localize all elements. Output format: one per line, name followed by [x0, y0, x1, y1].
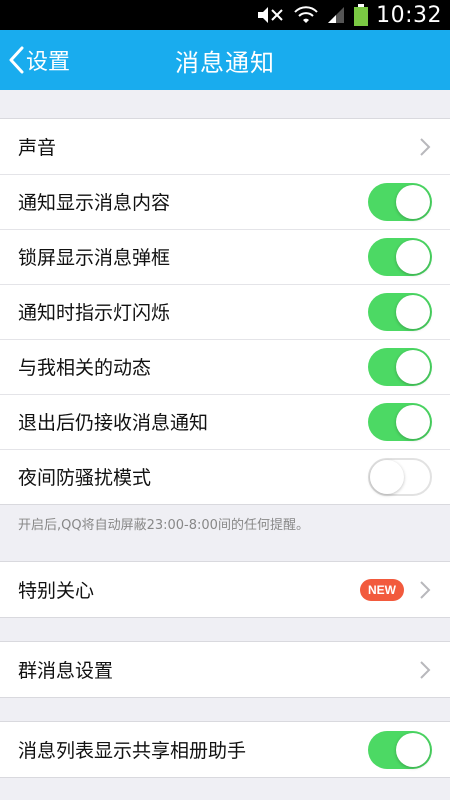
toggle-knob	[370, 459, 404, 494]
setting-label: 锁屏显示消息弹框	[18, 247, 171, 269]
night-mode-toggle[interactable]	[368, 457, 432, 496]
new-badge: NEW	[360, 578, 404, 601]
sound-label: 声音	[18, 137, 57, 159]
toggle-knob	[396, 404, 430, 439]
group-message-row[interactable]: 群消息设置	[0, 642, 450, 697]
chevron-right-icon	[418, 136, 432, 158]
group-message-group: 群消息设置	[0, 641, 450, 698]
toggle-knob	[396, 294, 430, 329]
battery-icon	[354, 4, 369, 26]
night-mode-hint: 开启后,QQ将自动屏蔽23:00-8:00间的任何提醒。	[18, 518, 309, 533]
show-content-toggle[interactable]	[368, 182, 432, 221]
setting-label: 夜间防骚扰模式	[18, 467, 152, 489]
lockscreen-popup-toggle[interactable]	[368, 237, 432, 276]
group-message-label: 群消息设置	[18, 660, 114, 682]
special-care-row[interactable]: 特别关心 NEW	[0, 562, 450, 617]
setting-label: 与我相关的动态	[18, 357, 152, 379]
setting-label: 通知显示消息内容	[18, 192, 171, 214]
toggle-knob	[396, 349, 430, 384]
sound-row[interactable]: 声音	[0, 119, 450, 174]
page-title: 消息通知	[175, 48, 275, 77]
wifi-icon	[294, 5, 318, 25]
receive-after-exit-toggle[interactable]	[368, 402, 432, 441]
toggle-knob	[396, 732, 430, 767]
toggle-knob	[396, 239, 430, 274]
signal-icon	[326, 5, 346, 25]
setting-label: 退出后仍接收消息通知	[18, 412, 209, 434]
setting-row: 与我相关的动态	[0, 339, 450, 394]
album-assistant-label: 消息列表显示共享相册助手	[18, 740, 247, 762]
album-assistant-row: 消息列表显示共享相册助手	[0, 722, 450, 777]
album-assistant-toggle[interactable]	[368, 730, 432, 769]
setting-label: 通知时指示灯闪烁	[18, 302, 171, 324]
led-blink-toggle[interactable]	[368, 292, 432, 331]
toggle-knob	[396, 184, 430, 219]
setting-row: 通知时指示灯闪烁	[0, 284, 450, 339]
setting-row: 退出后仍接收消息通知	[0, 394, 450, 449]
setting-row: 通知显示消息内容	[0, 174, 450, 229]
chevron-right-icon	[418, 659, 432, 681]
status-time: 10:32	[376, 2, 442, 28]
album-assistant-group: 消息列表显示共享相册助手	[0, 721, 450, 778]
mute-icon	[256, 5, 286, 25]
setting-row: 锁屏显示消息弹框	[0, 229, 450, 284]
chevron-right-icon	[418, 579, 432, 601]
title-bar: 设置 消息通知	[0, 30, 450, 90]
special-care-label: 特别关心	[18, 580, 95, 602]
notification-settings-group: 声音 通知显示消息内容 锁屏显示消息弹框 通知时指示灯闪烁 与我相关的动态 退出…	[0, 118, 450, 505]
special-care-group: 特别关心 NEW	[0, 561, 450, 618]
status-bar: 10:32	[0, 0, 450, 30]
setting-row: 夜间防骚扰模式	[0, 449, 450, 504]
related-activity-toggle[interactable]	[368, 347, 432, 386]
